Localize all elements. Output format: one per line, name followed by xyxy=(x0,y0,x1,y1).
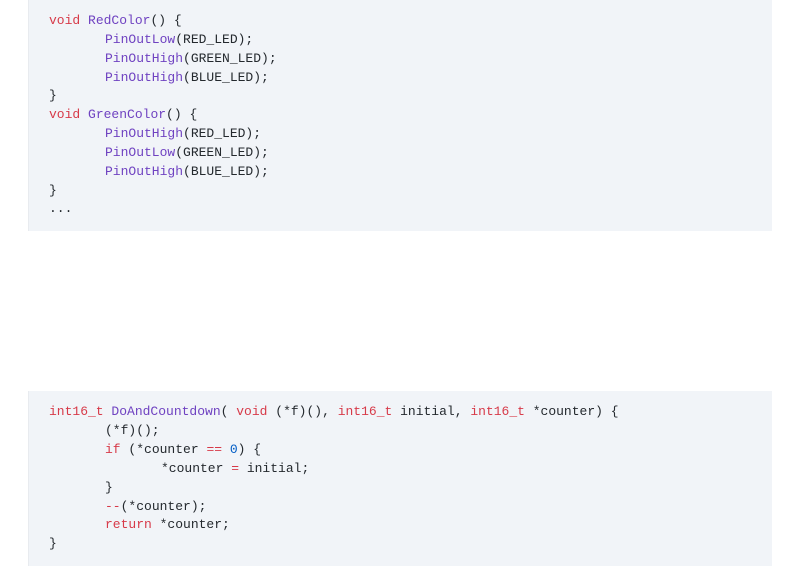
keyword: if xyxy=(105,442,121,457)
code-text: (*f)(), xyxy=(267,404,337,419)
code-text: *counter) { xyxy=(525,404,619,419)
code-text: () { xyxy=(150,13,181,28)
code-block-1: void RedColor() { PinOutLow(RED_LED); Pi… xyxy=(28,0,772,231)
function-call: PinOutLow xyxy=(105,145,175,160)
type: int16_t xyxy=(49,404,104,419)
code-text: initial, xyxy=(392,404,470,419)
code-line: return *counter; xyxy=(49,516,752,535)
code-line: } xyxy=(49,479,752,498)
type: int16_t xyxy=(470,404,525,419)
operator: = xyxy=(231,461,239,476)
code-text: } xyxy=(105,480,113,495)
code-line: PinOutHigh(GREEN_LED); xyxy=(49,50,752,69)
gap xyxy=(0,231,800,391)
code-line: (*f)(); xyxy=(49,422,752,441)
code-text: ... xyxy=(49,201,72,216)
code-text: ( xyxy=(221,404,237,419)
code-line: void GreenColor() { xyxy=(49,106,752,125)
operator: -- xyxy=(105,499,121,514)
code-text: (BLUE_LED); xyxy=(183,164,269,179)
code-line: if (*counter == 0) { xyxy=(49,441,752,460)
function-call: PinOutLow xyxy=(105,32,175,47)
function-name: RedColor xyxy=(88,13,150,28)
keyword: void xyxy=(236,404,267,419)
code-line: } xyxy=(49,87,752,106)
code-text: (GREEN_LED); xyxy=(183,51,277,66)
code-text xyxy=(222,442,230,457)
code-line: void RedColor() { xyxy=(49,12,752,31)
function-name: GreenColor xyxy=(88,107,166,122)
code-line: PinOutLow(GREEN_LED); xyxy=(49,144,752,163)
code-text: (*counter); xyxy=(121,499,207,514)
code-text: } xyxy=(49,183,57,198)
number: 0 xyxy=(230,442,238,457)
code-text: (GREEN_LED); xyxy=(175,145,269,160)
function-call: PinOutHigh xyxy=(105,51,183,66)
code-line: } xyxy=(49,182,752,201)
code-text: (*counter xyxy=(121,442,207,457)
type: int16_t xyxy=(338,404,393,419)
code-line: PinOutHigh(BLUE_LED); xyxy=(49,163,752,182)
code-text: (RED_LED); xyxy=(183,126,261,141)
function-call: PinOutHigh xyxy=(105,164,183,179)
code-text: initial; xyxy=(239,461,309,476)
code-line: --(*counter); xyxy=(49,498,752,517)
code-text: } xyxy=(49,88,57,103)
keyword: void xyxy=(49,107,80,122)
operator: == xyxy=(206,442,222,457)
code-line: *counter = initial; xyxy=(49,460,752,479)
code-text: ) { xyxy=(238,442,261,457)
code-text: (RED_LED); xyxy=(175,32,253,47)
function-call: PinOutHigh xyxy=(105,126,183,141)
code-line: int16_t DoAndCountdown( void (*f)(), int… xyxy=(49,403,752,422)
code-text: (BLUE_LED); xyxy=(183,70,269,85)
code-text: (*f)(); xyxy=(105,423,160,438)
code-line: PinOutHigh(RED_LED); xyxy=(49,125,752,144)
code-line: ... xyxy=(49,200,752,219)
code-text: } xyxy=(49,536,57,551)
function-name: DoAndCountdown xyxy=(111,404,220,419)
code-line: PinOutLow(RED_LED); xyxy=(49,31,752,50)
code-text: *counter; xyxy=(152,517,230,532)
function-call: PinOutHigh xyxy=(105,70,183,85)
keyword: return xyxy=(105,517,152,532)
code-text: *counter xyxy=(161,461,231,476)
code-text: () { xyxy=(166,107,197,122)
code-line: PinOutHigh(BLUE_LED); xyxy=(49,69,752,88)
code-line: } xyxy=(49,535,752,554)
keyword: void xyxy=(49,13,80,28)
